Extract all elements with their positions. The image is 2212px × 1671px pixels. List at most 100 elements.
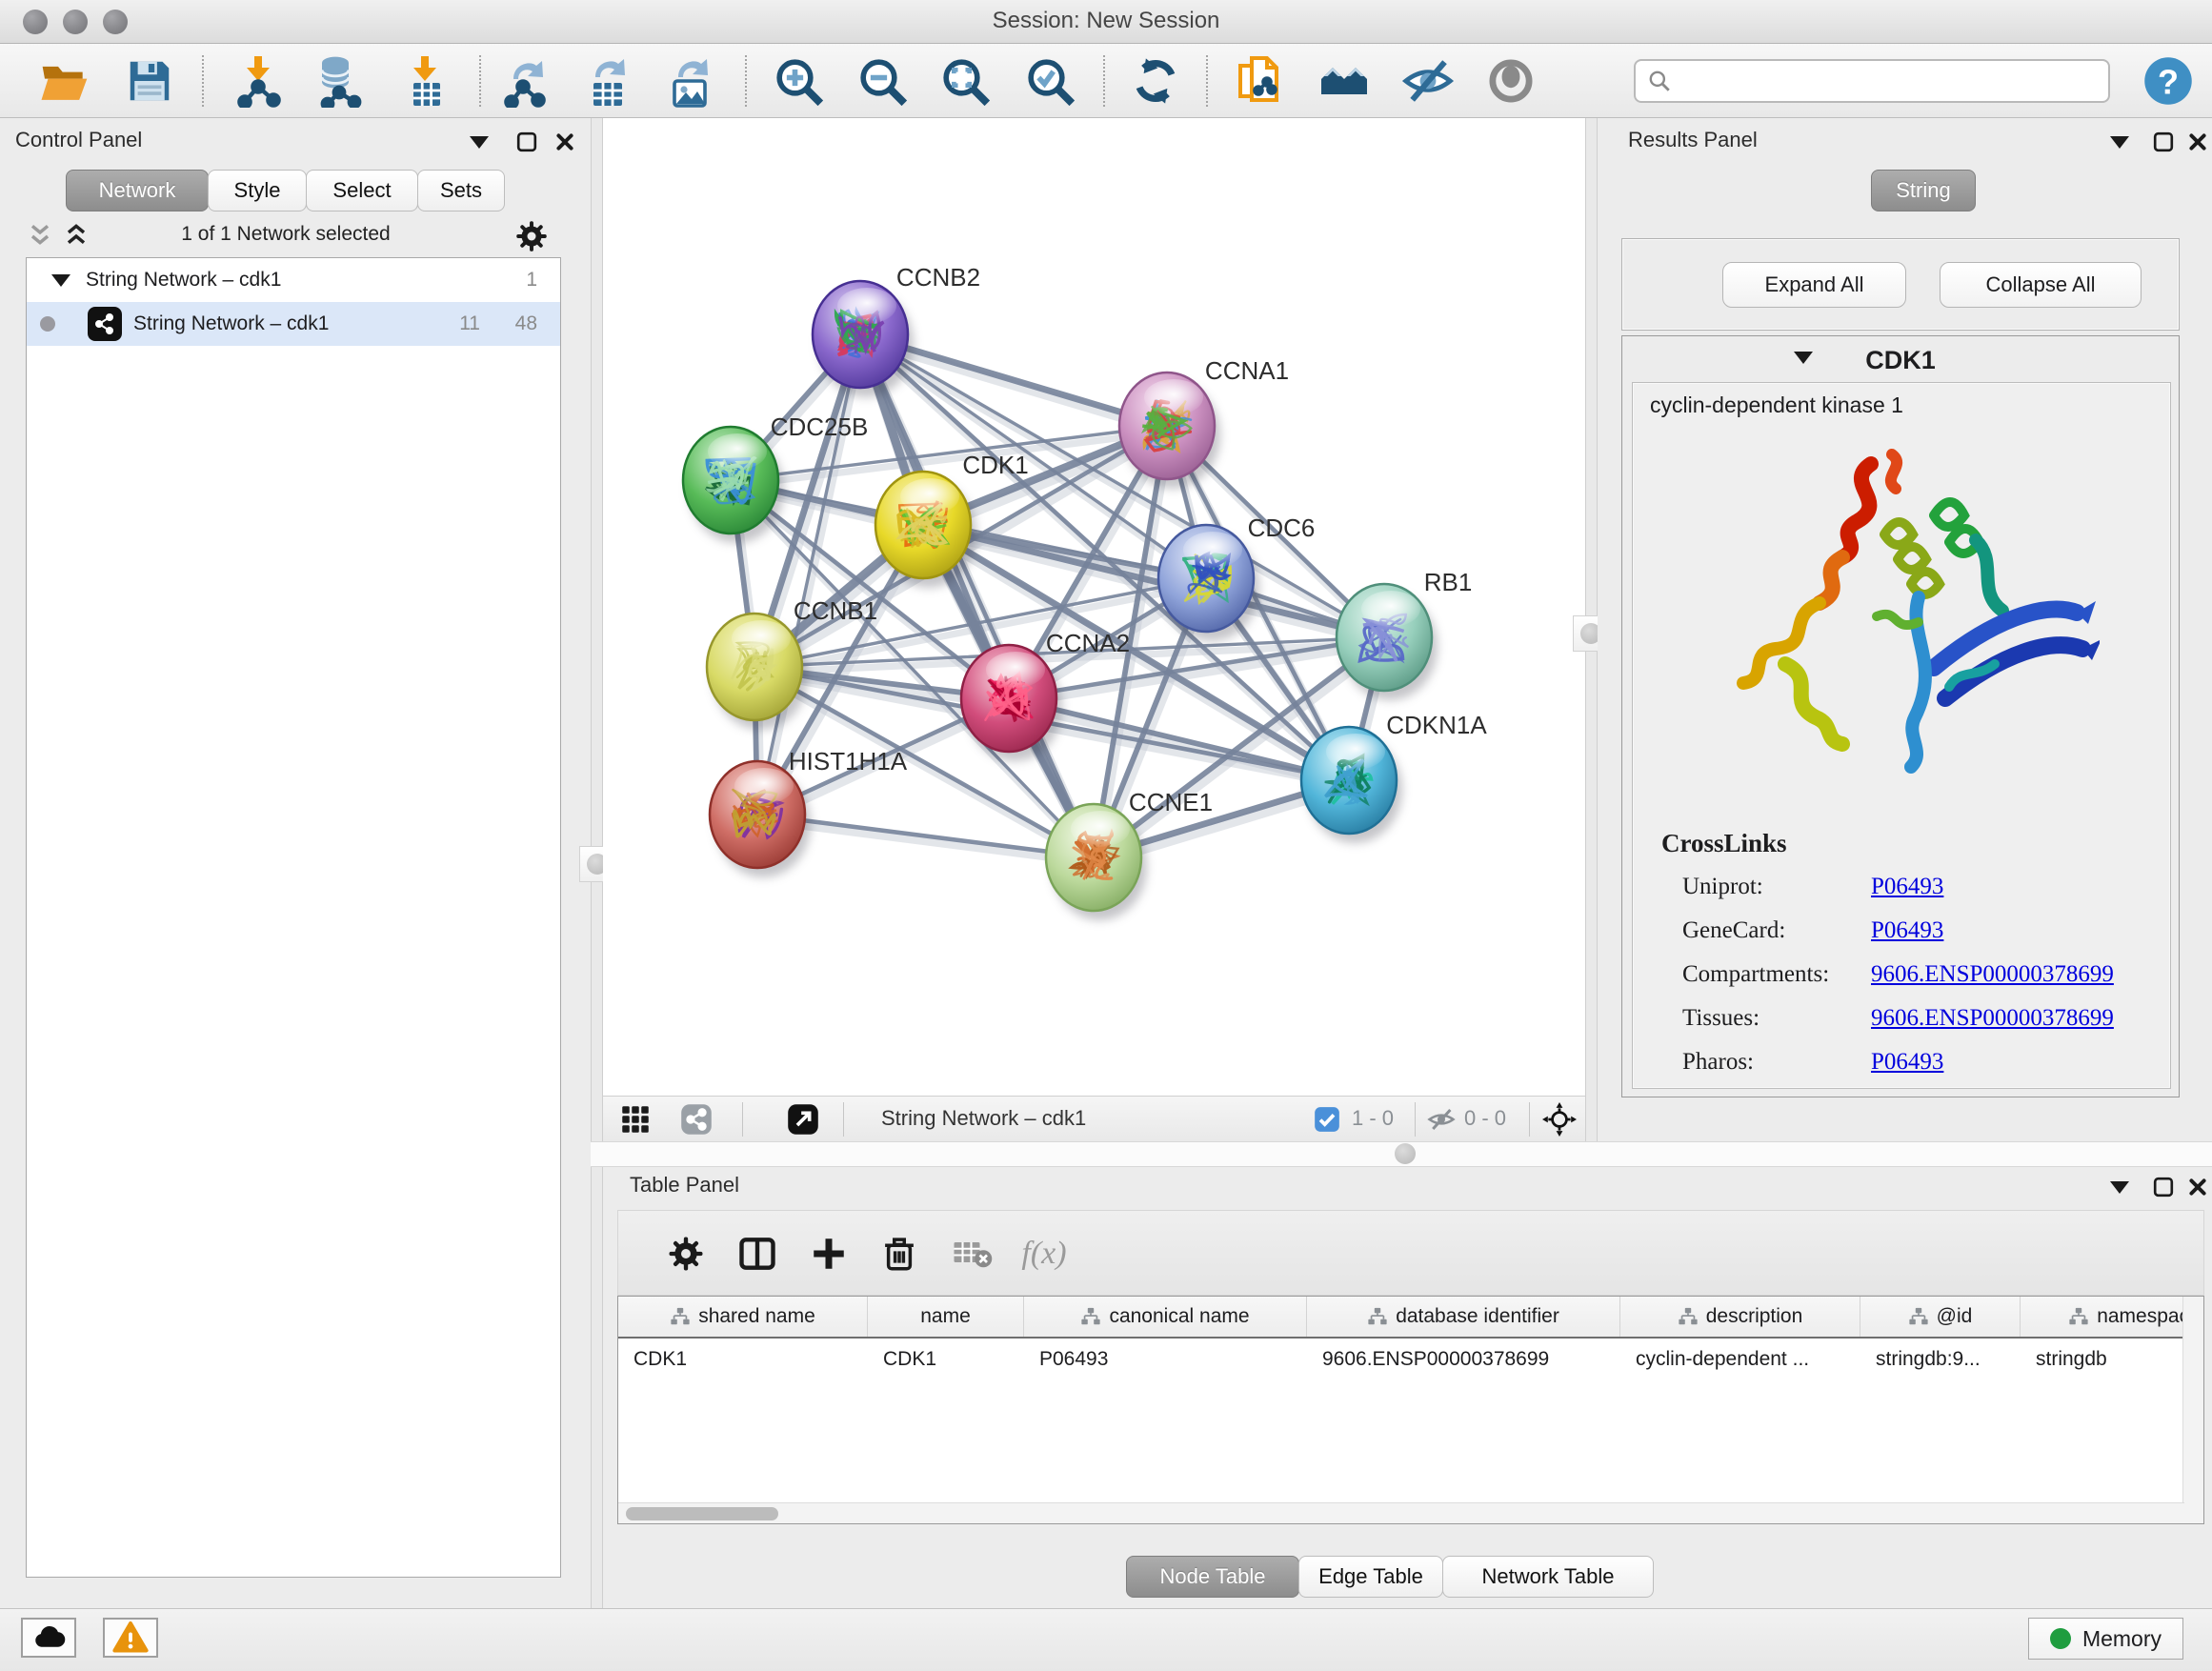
open-session-button[interactable] [36, 52, 93, 110]
zoom-fit-icon [938, 54, 992, 108]
table-cell[interactable]: 9606.ENSP00000378699 [1307, 1339, 1620, 1380]
gear-icon [667, 1235, 705, 1273]
table-cell[interactable]: CDK1 [868, 1339, 1024, 1380]
network-tree-child-row[interactable]: String Network – cdk1 11 48 [27, 302, 560, 346]
export-table-button[interactable] [578, 52, 635, 110]
export-network-button[interactable] [496, 52, 553, 110]
results-entry-box: CDK1 cyclin-dependent kinase 1 [1621, 335, 2180, 1097]
horizontal-splitter[interactable] [591, 1141, 2212, 1167]
control-panel-close-button[interactable] [553, 130, 577, 154]
table-panel-float-button[interactable] [2151, 1175, 2176, 1199]
share-gray-icon [680, 1103, 713, 1136]
table-row[interactable]: CDK1CDK1P064939606.ENSP00000378699cyclin… [618, 1339, 2203, 1380]
expand-all-button[interactable] [61, 221, 91, 256]
column-header-id[interactable]: @id [1860, 1297, 2021, 1337]
clone-network-button[interactable] [1231, 52, 1288, 110]
crosslink-label: Pharos: [1682, 1049, 1871, 1076]
birds-eye-view-button[interactable] [679, 1102, 714, 1137]
column-header-name[interactable]: name [868, 1297, 1024, 1337]
search-input[interactable] [1679, 69, 2108, 93]
save-session-button[interactable] [121, 52, 178, 110]
hide-selection-button[interactable] [1399, 52, 1457, 110]
crosslink-link[interactable]: 9606.ENSP00000378699 [1871, 961, 2114, 988]
function-builder-button[interactable]: f(x) [1022, 1232, 1066, 1276]
detach-view-button[interactable] [786, 1102, 820, 1137]
collapse-all-button[interactable]: Collapse All [1940, 262, 2142, 308]
table-cell[interactable]: stringdb:9... [1860, 1339, 2021, 1380]
selected-checkbox[interactable] [1310, 1102, 1344, 1137]
help-button[interactable]: ? [2140, 52, 2197, 110]
tree-root-label: String Network – cdk1 [86, 269, 281, 292]
create-column-button[interactable] [807, 1232, 851, 1276]
first-neighbors-button[interactable] [1316, 52, 1373, 110]
show-columns-button[interactable] [735, 1232, 779, 1276]
zoom-in-button[interactable] [770, 52, 827, 110]
table-horizontal-scrollbar[interactable] [618, 1502, 2184, 1523]
network-tree-root-row[interactable]: String Network – cdk1 1 [27, 258, 560, 302]
column-header-shared-name[interactable]: shared name [618, 1297, 868, 1337]
memory-ok-dot-icon [2050, 1628, 2071, 1649]
tab-edge-table[interactable]: Edge Table [1298, 1556, 1443, 1598]
import-database-icon [311, 54, 364, 108]
node-label-CDC25B: CDC25B [771, 413, 869, 441]
results-panel-float-button[interactable] [2151, 130, 2176, 154]
warnings-button[interactable] [103, 1618, 158, 1658]
cloud-status-button[interactable] [21, 1618, 76, 1658]
main-toolbar: ? [0, 44, 2212, 118]
control-panel-collapse-button[interactable] [467, 130, 492, 154]
column-header-label: description [1706, 1305, 1803, 1328]
refresh-view-button[interactable] [1127, 52, 1184, 110]
table-cell[interactable]: CDK1 [618, 1339, 868, 1380]
tab-select[interactable]: Select [306, 170, 418, 211]
hidden-indicator[interactable] [1424, 1102, 1458, 1137]
tab-network[interactable]: Network [66, 170, 209, 211]
network-graph[interactable]: CCNB2CCNA1CDC25BCDK1CDC6RB1CCNB1CCNA2CDK… [603, 118, 1585, 1096]
fit-content-button[interactable] [1542, 1102, 1577, 1137]
import-network-from-database-button[interactable] [309, 52, 366, 110]
table-vertical-scrollbar[interactable] [2182, 1297, 2203, 1524]
show-all-button[interactable] [1482, 52, 1539, 110]
memory-button[interactable]: Memory [2028, 1618, 2183, 1660]
control-panel-float-button[interactable] [514, 130, 539, 154]
table-panel-collapse-button[interactable] [2107, 1175, 2132, 1199]
column-header-database-identifier[interactable]: database identifier [1307, 1297, 1620, 1337]
zoom-out-button[interactable] [854, 52, 911, 110]
column-header-namespace[interactable]: namespace [2021, 1297, 2204, 1337]
collapse-all-button[interactable] [25, 221, 55, 256]
import-network-from-file-button[interactable] [230, 52, 287, 110]
network-options-button[interactable] [514, 219, 549, 258]
column-header-canonical-name[interactable]: canonical name [1024, 1297, 1307, 1337]
tab-network-table[interactable]: Network Table [1442, 1556, 1654, 1598]
results-panel-close-button[interactable] [2185, 130, 2210, 154]
tab-string[interactable]: String [1871, 170, 1976, 211]
import-table-from-file-button[interactable] [396, 52, 453, 110]
zoom-fit-button[interactable] [936, 52, 994, 110]
crosslink-link[interactable]: P06493 [1871, 917, 1943, 944]
delete-table-button[interactable] [951, 1232, 995, 1276]
column-header-label: @id [1937, 1305, 1973, 1328]
table-panel-close-button[interactable] [2185, 1175, 2210, 1199]
crosslink-link[interactable]: 9606.ENSP00000378699 [1871, 1005, 2114, 1032]
crosslink-link[interactable]: P06493 [1871, 874, 1943, 900]
expand-all-button[interactable]: Expand All [1722, 262, 1906, 308]
table-cell[interactable]: P06493 [1024, 1339, 1307, 1380]
grid-view-button[interactable] [618, 1102, 653, 1137]
scrollbar-thumb[interactable] [626, 1507, 778, 1520]
crosslink-link[interactable]: P06493 [1871, 1049, 1943, 1076]
export-image-button[interactable] [661, 52, 718, 110]
column-header-description[interactable]: description [1620, 1297, 1860, 1337]
results-panel: Results Panel String Expand All Collapse… [1598, 118, 2212, 1141]
tab-sets[interactable]: Sets [417, 170, 505, 211]
tab-style[interactable]: Style [208, 170, 307, 211]
close-icon [554, 131, 575, 152]
table-cell[interactable]: cyclin-dependent ... [1620, 1339, 1860, 1380]
tree-expand-icon[interactable] [51, 274, 70, 287]
toolbar-separator [745, 55, 747, 107]
export-table-icon [580, 54, 633, 108]
tab-node-table[interactable]: Node Table [1126, 1556, 1299, 1598]
delete-column-button[interactable] [877, 1232, 921, 1276]
zoom-selected-button[interactable] [1021, 52, 1078, 110]
table-cell[interactable]: stringdb [2021, 1339, 2204, 1380]
results-panel-collapse-button[interactable] [2107, 130, 2132, 154]
table-options-button[interactable] [664, 1232, 708, 1276]
